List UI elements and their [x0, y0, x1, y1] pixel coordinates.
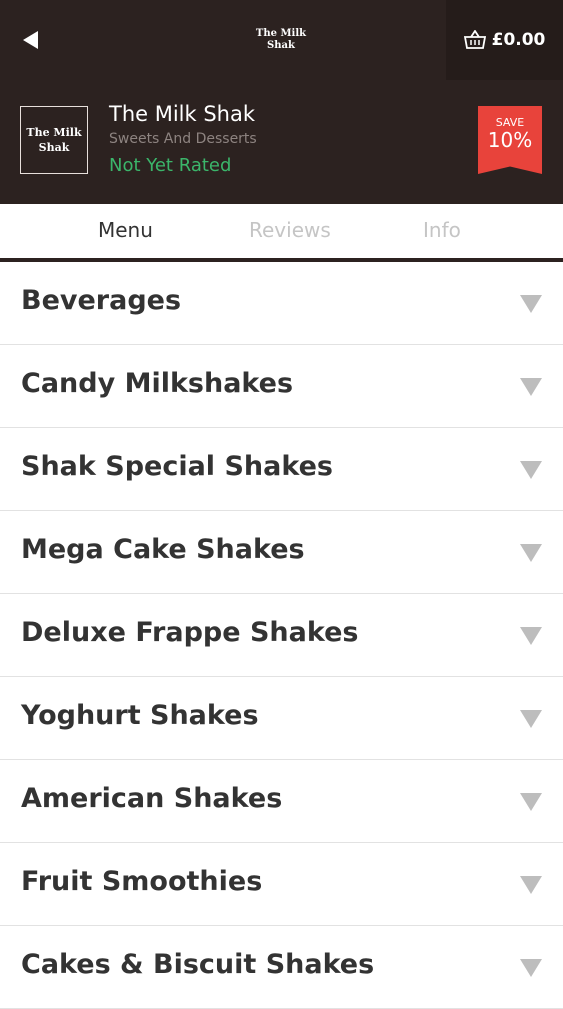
category-row-cakes-biscuit-shakes[interactable]: Cakes & Biscuit Shakes	[0, 926, 563, 1009]
basket-icon	[463, 30, 486, 49]
top-bar: The Milk Shak £0.00	[0, 0, 563, 80]
basket-button[interactable]: £0.00	[446, 0, 563, 80]
category-row-deluxe-frappe-shakes[interactable]: Deluxe Frappe Shakes	[0, 594, 563, 677]
category-label: Candy Milkshakes	[21, 368, 294, 399]
tab-info[interactable]: Info	[423, 218, 461, 242]
category-row-mega-cake-shakes[interactable]: Mega Cake Shakes	[0, 511, 563, 594]
expand-arrow-icon	[520, 627, 542, 645]
expand-arrow-icon	[520, 959, 542, 977]
category-row-american-shakes[interactable]: American Shakes	[0, 760, 563, 843]
category-label: Yoghurt Shakes	[21, 700, 259, 731]
top-logo: The Milk Shak	[231, 28, 331, 52]
back-arrow-icon	[23, 31, 38, 49]
expand-arrow-icon	[520, 793, 542, 811]
category-label: Shak Special Shakes	[21, 451, 333, 482]
top-logo-line1: The Milk	[255, 28, 307, 39]
top-logo-line2: Shak	[267, 40, 295, 51]
category-label: American Shakes	[21, 783, 283, 814]
expand-arrow-icon	[520, 876, 542, 894]
expand-arrow-icon	[520, 295, 542, 313]
restaurant-logo-line1: The Milk	[26, 126, 82, 139]
category-row-yoghurt-shakes[interactable]: Yoghurt Shakes	[0, 677, 563, 760]
category-row-shak-special-shakes[interactable]: Shak Special Shakes	[0, 428, 563, 511]
back-button[interactable]	[14, 24, 46, 56]
restaurant-logo: The Milk Shak	[20, 106, 88, 174]
category-row-fruit-smoothies[interactable]: Fruit Smoothies	[0, 843, 563, 926]
save-badge: SAVE 10%	[478, 106, 542, 174]
category-label: Deluxe Frappe Shakes	[21, 617, 359, 648]
tab-menu[interactable]: Menu	[98, 218, 153, 242]
category-row-beverages[interactable]: Beverages	[0, 262, 563, 345]
tab-bar: Menu Reviews Info	[0, 204, 563, 262]
restaurant-name: The Milk Shak	[109, 102, 256, 126]
restaurant-logo-line2: Shak	[38, 141, 70, 154]
basket-total: £0.00	[491, 30, 546, 50]
category-label: Cakes & Biscuit Shakes	[21, 949, 375, 980]
save-badge-value: 10%	[487, 128, 533, 152]
expand-arrow-icon	[520, 544, 542, 562]
expand-arrow-icon	[520, 461, 542, 479]
restaurant-cuisine: Sweets And Desserts	[109, 131, 257, 147]
restaurant-header: The Milk Shak The Milk Shak Sweets And D…	[0, 80, 563, 204]
restaurant-rating: Not Yet Rated	[109, 155, 232, 176]
expand-arrow-icon	[520, 710, 542, 728]
category-row-candy-milkshakes[interactable]: Candy Milkshakes	[0, 345, 563, 428]
category-list: Beverages Candy Milkshakes Shak Special …	[0, 262, 563, 1009]
category-label: Fruit Smoothies	[21, 866, 263, 897]
expand-arrow-icon	[520, 378, 542, 396]
tab-reviews[interactable]: Reviews	[249, 218, 331, 242]
category-label: Beverages	[21, 285, 182, 316]
category-label: Mega Cake Shakes	[21, 534, 305, 565]
